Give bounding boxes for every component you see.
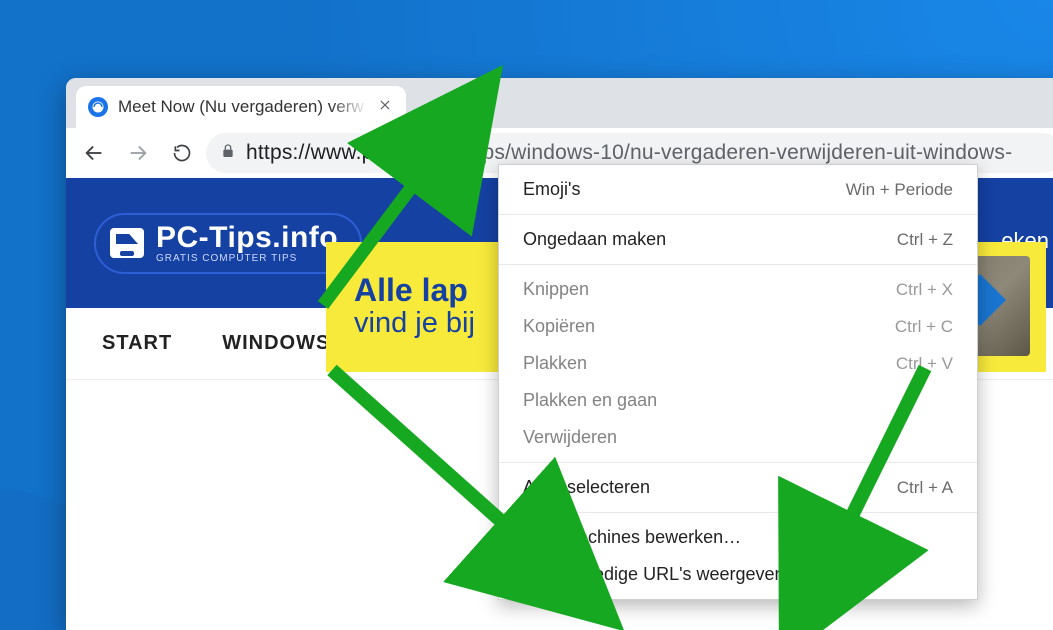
menu-always-show-full-url[interactable]: Altijd volledige URL's weergeven bbox=[499, 556, 977, 593]
close-icon[interactable] bbox=[378, 98, 392, 117]
menu-separator bbox=[499, 214, 977, 215]
menu-paste[interactable]: Plakken Ctrl + V bbox=[499, 345, 977, 382]
menu-edit-search-engines[interactable]: Zoekmachines bewerken… bbox=[499, 519, 977, 556]
menu-separator bbox=[499, 462, 977, 463]
menu-cut-shortcut: Ctrl + X bbox=[896, 280, 953, 300]
site-logo[interactable]: PC-Tips.info GRATIS COMPUTER TIPS bbox=[94, 213, 362, 274]
browser-tab[interactable]: Meet Now (Nu vergaderen) verw bbox=[76, 86, 406, 128]
menu-select-all-label: Alles selecteren bbox=[523, 477, 650, 498]
url-scheme: https:// bbox=[246, 141, 311, 164]
back-button[interactable] bbox=[74, 133, 114, 173]
forward-button[interactable] bbox=[118, 133, 158, 173]
menu-select-all[interactable]: Alles selecteren Ctrl + A bbox=[499, 469, 977, 506]
menu-select-all-shortcut: Ctrl + A bbox=[897, 478, 953, 498]
ad-headline: Alle lap bbox=[354, 274, 475, 308]
menu-paste-and-go[interactable]: Plakken en gaan bbox=[499, 382, 977, 419]
menu-copy[interactable]: Kopiëren Ctrl + C bbox=[499, 308, 977, 345]
ad-text: Alle lap vind je bij bbox=[354, 274, 475, 341]
menu-separator bbox=[499, 512, 977, 513]
menu-copy-label: Kopiëren bbox=[523, 316, 595, 337]
url-path: /tips/windows-10/nu-vergaderen-verwijder… bbox=[466, 141, 1013, 164]
menu-always-show-full-url-label: Altijd volledige URL's weergeven bbox=[523, 564, 785, 585]
menu-emoji-shortcut: Win + Periode bbox=[846, 180, 953, 200]
menu-paste-shortcut: Ctrl + V bbox=[896, 354, 953, 374]
lock-icon bbox=[220, 142, 236, 165]
url-text: https://www.pc-tips.info/tips/windows-10… bbox=[246, 141, 1012, 165]
logo-text: PC-Tips.info bbox=[156, 223, 338, 253]
menu-delete-label: Verwijderen bbox=[523, 427, 617, 448]
addressbar-context-menu: Emoji's Win + Periode Ongedaan maken Ctr… bbox=[498, 164, 978, 600]
menu-paste-label: Plakken bbox=[523, 353, 587, 374]
menu-emoji[interactable]: Emoji's Win + Periode bbox=[499, 171, 977, 208]
menu-copy-shortcut: Ctrl + C bbox=[895, 317, 953, 337]
tab-favicon-icon bbox=[88, 97, 108, 117]
menu-undo-label: Ongedaan maken bbox=[523, 229, 666, 250]
logo-text-wrap: PC-Tips.info GRATIS COMPUTER TIPS bbox=[156, 223, 338, 264]
menu-undo-shortcut: Ctrl + Z bbox=[897, 230, 953, 250]
tab-title: Meet Now (Nu vergaderen) verw bbox=[118, 97, 368, 117]
menu-undo[interactable]: Ongedaan maken Ctrl + Z bbox=[499, 221, 977, 258]
logo-subtitle: GRATIS COMPUTER TIPS bbox=[156, 253, 338, 264]
monitor-icon bbox=[110, 228, 144, 258]
tabstrip: Meet Now (Nu vergaderen) verw bbox=[66, 78, 1053, 128]
menu-cut-label: Knippen bbox=[523, 279, 589, 300]
menu-paste-and-go-label: Plakken en gaan bbox=[523, 390, 657, 411]
ad-subline: vind je bij bbox=[354, 307, 475, 340]
menu-emoji-label: Emoji's bbox=[523, 179, 580, 200]
menu-delete[interactable]: Verwijderen bbox=[499, 419, 977, 456]
new-tab-button[interactable] bbox=[426, 90, 456, 120]
reload-button[interactable] bbox=[162, 133, 202, 173]
menu-separator bbox=[499, 264, 977, 265]
url-host: www.pc-tips.info bbox=[311, 141, 466, 164]
menu-cut[interactable]: Knippen Ctrl + X bbox=[499, 271, 977, 308]
nav-start[interactable]: START bbox=[102, 332, 172, 355]
menu-edit-search-engines-label: Zoekmachines bewerken… bbox=[523, 527, 741, 548]
